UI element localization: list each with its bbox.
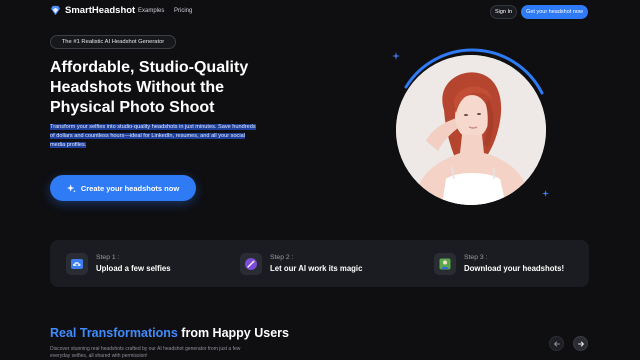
create-headshots-label: Create your headshots now [80,183,180,193]
step-3: Step 3 : Download your headshots! [434,240,564,287]
step-3-number: Step 3 : [464,254,488,261]
transformations-title: Real Transformations from Happy Users [50,326,289,340]
create-headshots-button[interactable]: Create your headshots now [50,175,196,201]
hero-title: Affordable, Studio-Quality Headshots Wit… [50,59,249,116]
sparkles-icon [66,183,76,193]
transformations-title-accent: Real Transformations [50,326,178,340]
cloud-upload-icon [66,252,88,275]
brand-logo[interactable]: SmartHeadshot [50,5,135,16]
carousel-next-button[interactable] [573,336,588,351]
transformations-title-rest: from Happy Users [177,326,289,340]
image-download-icon [434,252,456,275]
sign-in-button[interactable]: Sign In [490,5,517,19]
transformations-description: Discover stunning real headshots crafted… [50,346,241,359]
brand-name: SmartHeadshot [65,5,136,16]
step-1-number: Step 1 : [96,254,120,261]
step-3-label: Download your headshots! [464,264,565,273]
step-1: Step 1 : Upload a few selfies [66,240,171,287]
step-2-number: Step 2 : [270,254,294,261]
portrait-illustration [396,55,546,205]
logo-icon [50,5,61,16]
hero-badge: The #1 Realistic AI Headshot Generator [50,35,176,49]
top-navigation: SmartHeadshot Examples Pricing Sign In G… [0,0,640,26]
get-headshot-button[interactable]: Get your headshot now [521,5,588,19]
step-1-label: Upload a few selfies [96,264,171,273]
hero-description: Transform your selfies into studio-quali… [50,123,260,150]
nav-link-examples[interactable]: Examples [138,8,164,14]
steps-panel: Step 1 : Upload a few selfies Step 2 : L… [50,240,589,287]
arrow-left-icon [553,340,560,347]
carousel-prev-button[interactable] [549,336,564,351]
step-2-label: Let our AI work its magic [270,264,363,273]
step-2: Step 2 : Let our AI work its magic [240,240,362,287]
hero-description-text: Transform your selfies into studio-quali… [50,124,256,148]
arrow-right-icon [577,340,584,347]
portrait-photo [396,55,546,205]
magic-wand-icon [240,252,262,275]
nav-link-pricing[interactable]: Pricing [174,8,192,14]
hero-portrait [396,48,546,205]
